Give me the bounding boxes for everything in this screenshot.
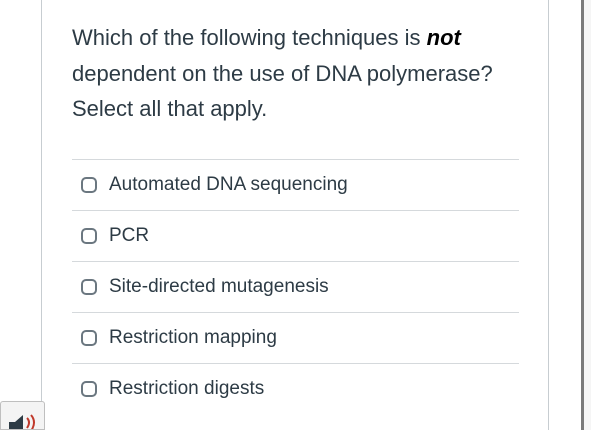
card-border-left bbox=[41, 0, 42, 430]
card-border-right bbox=[548, 0, 549, 430]
checkbox[interactable] bbox=[81, 381, 97, 397]
answer-label: Restriction mapping bbox=[109, 327, 277, 348]
question-text-before: Which of the following techniques is bbox=[72, 25, 427, 50]
answer-option[interactable]: PCR bbox=[72, 210, 519, 261]
quiz-page: Which of the following techniques is not… bbox=[0, 0, 591, 430]
checkbox[interactable] bbox=[81, 279, 97, 295]
answer-label: Site-directed mutagenesis bbox=[109, 276, 329, 297]
speaker-icon bbox=[9, 414, 35, 429]
question-text-after: dependent on the use of DNA polymerase? … bbox=[72, 60, 493, 122]
answer-label: PCR bbox=[109, 225, 150, 246]
speaker-button[interactable] bbox=[0, 401, 45, 430]
right-scroll-strip bbox=[581, 0, 591, 430]
question-text: Which of the following techniques is not… bbox=[72, 20, 532, 127]
answer-option[interactable]: Restriction mapping bbox=[72, 312, 519, 363]
checkbox[interactable] bbox=[81, 228, 97, 244]
checkbox[interactable] bbox=[81, 177, 97, 193]
answer-label: Automated DNA sequencing bbox=[109, 174, 348, 195]
answer-label: Restriction digests bbox=[109, 378, 265, 399]
answer-option[interactable]: Site-directed mutagenesis bbox=[72, 261, 519, 312]
answer-option[interactable]: Restriction digests bbox=[72, 363, 519, 414]
checkbox[interactable] bbox=[81, 330, 97, 346]
answer-option[interactable]: Automated DNA sequencing bbox=[72, 159, 519, 210]
answer-list: Automated DNA sequencing PCR Site-direct… bbox=[72, 159, 519, 414]
question-emphasis: not bbox=[426, 25, 461, 50]
